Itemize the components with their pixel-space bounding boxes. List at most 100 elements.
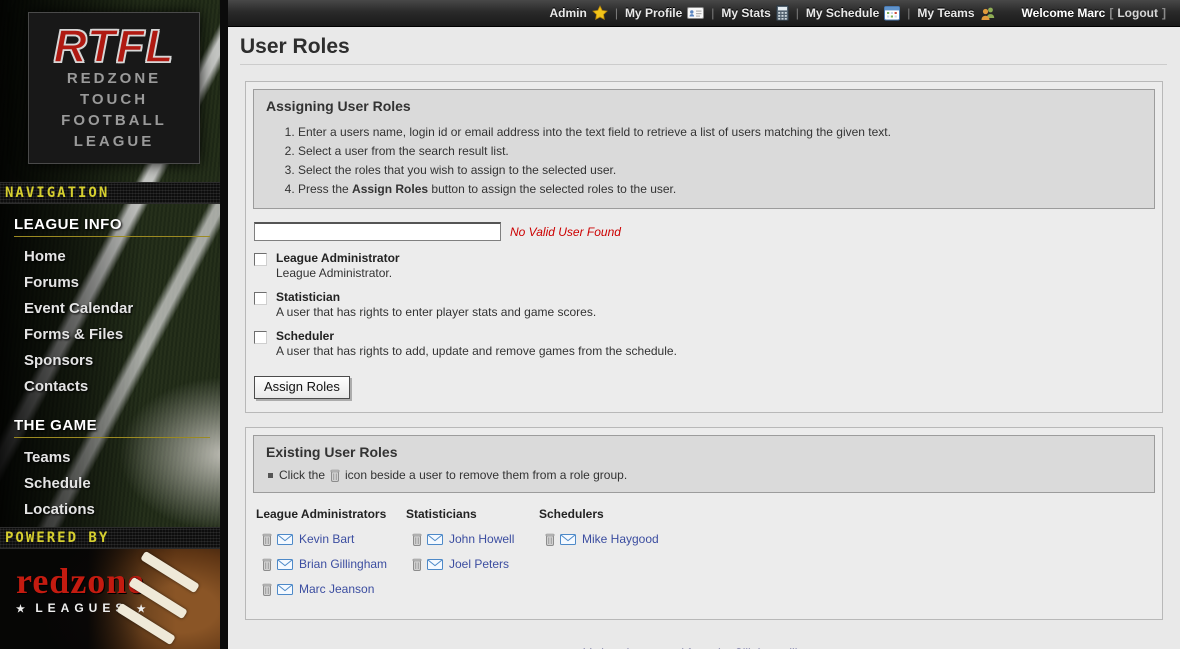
topbar-my-profile-link[interactable]: My Profile xyxy=(625,6,704,20)
topbar-my-schedule-link[interactable]: My Schedule xyxy=(806,5,900,21)
trash-icon xyxy=(330,469,340,482)
sidebar-item-forms-files[interactable]: Forms & Files xyxy=(14,321,220,347)
redzone-leagues-logo-area: redzone ★ LEAGUES ★ xyxy=(0,549,220,649)
sidebar-divider xyxy=(220,0,228,649)
group-title: Statisticians xyxy=(406,507,539,521)
welcome-text: Welcome Marc xyxy=(1022,6,1106,20)
email-user-icon[interactable] xyxy=(427,534,443,545)
topbar-my-stats-link[interactable]: My Stats xyxy=(721,5,788,21)
group-title: Schedulers xyxy=(539,507,659,521)
user-row: Marc Jeanson xyxy=(262,581,406,597)
user-name-link[interactable]: Kevin Bart xyxy=(299,532,354,546)
rtfl-logo-line: LEAGUE xyxy=(74,131,155,152)
note-text-pre: Click the xyxy=(279,468,325,482)
instruction-step: Select a user from the search result lis… xyxy=(298,141,1142,160)
star-icon xyxy=(592,5,608,21)
topbar-separator: | xyxy=(711,6,714,20)
sidebar-item-home[interactable]: Home xyxy=(14,243,220,269)
user-name-link[interactable]: Joel Peters xyxy=(449,557,509,571)
assigning-user-roles-section: Assigning User Roles Enter a users name,… xyxy=(245,81,1163,413)
email-user-icon[interactable] xyxy=(277,584,293,595)
user-row: Kevin Bart xyxy=(262,531,406,547)
role-option-scheduler: Scheduler A user that has rights to add,… xyxy=(254,329,1155,358)
sidebar-item-contacts[interactable]: Contacts xyxy=(14,373,220,399)
group-statisticians: Statisticians John Howell Joel Peters xyxy=(406,507,539,606)
calendar-icon xyxy=(884,5,900,21)
title-divider xyxy=(240,64,1167,65)
role-option-league-administrator: League Administrator League Administrato… xyxy=(254,251,1155,280)
instruction-step: Select the roles that you wish to assign… xyxy=(298,160,1142,179)
role-description: League Administrator. xyxy=(276,266,400,280)
scheduler-checkbox[interactable] xyxy=(254,331,267,344)
calculator-icon xyxy=(776,5,789,21)
sidebar: RTFL REDZONE TOUCH FOOTBALL LEAGUE NAVIG… xyxy=(0,0,220,649)
role-name: Scheduler xyxy=(276,329,677,343)
group-schedulers: Schedulers Mike Haygood xyxy=(539,507,659,606)
remove-user-trash-icon[interactable] xyxy=(262,558,272,571)
main-content: User Roles Assigning User Roles Enter a … xyxy=(228,27,1180,649)
top-navigation-bar: Admin | My Profile | My Stats | My Sched… xyxy=(228,0,1180,27)
instruction-step-text: button to assign the selected roles to t… xyxy=(428,182,676,196)
statistician-checkbox[interactable] xyxy=(254,292,267,305)
logout-bracket: [ xyxy=(1109,6,1113,20)
remove-user-trash-icon[interactable] xyxy=(262,583,272,596)
sidebar-item-teams[interactable]: Teams xyxy=(14,444,220,470)
instruction-step: Enter a users name, login id or email ad… xyxy=(298,122,1142,141)
user-name-link[interactable]: Mike Haygood xyxy=(582,532,659,546)
rtfl-logo-line: REDZONE xyxy=(67,68,161,89)
assigning-instructions-list: Enter a users name, login id or email ad… xyxy=(298,122,1142,198)
user-name-link[interactable]: John Howell xyxy=(449,532,514,546)
topbar-my-stats-label: My Stats xyxy=(721,6,770,20)
app-window: RTFL REDZONE TOUCH FOOTBALL LEAGUE NAVIG… xyxy=(0,0,1180,649)
email-user-icon[interactable] xyxy=(427,559,443,570)
assigning-box-title: Assigning User Roles xyxy=(266,98,1142,114)
rtfl-logo-acronym: RTFL xyxy=(54,24,175,68)
logout-link[interactable]: Logout xyxy=(1117,6,1158,20)
star-glyph: ★ xyxy=(16,604,27,615)
email-user-icon[interactable] xyxy=(277,534,293,545)
role-option-statistician: Statistician A user that has rights to e… xyxy=(254,290,1155,319)
instruction-step: Press the Assign Roles button to assign … xyxy=(298,179,1142,198)
sidebar-item-event-calendar[interactable]: Event Calendar xyxy=(14,295,220,321)
rtfl-logo-line: TOUCH xyxy=(80,89,148,110)
instruction-step-text: Press the xyxy=(298,182,352,196)
no-valid-user-message: No Valid User Found xyxy=(510,225,621,239)
role-name: Statistician xyxy=(276,290,596,304)
remove-user-trash-icon[interactable] xyxy=(412,558,422,571)
role-description: A user that has rights to add, update an… xyxy=(276,344,677,358)
league-administrator-checkbox[interactable] xyxy=(254,253,267,266)
topbar-admin-link[interactable]: Admin xyxy=(549,5,607,21)
email-user-icon[interactable] xyxy=(560,534,576,545)
user-name-link[interactable]: Marc Jeanson xyxy=(299,582,374,596)
rtfl-logo[interactable]: RTFL REDZONE TOUCH FOOTBALL LEAGUE xyxy=(28,12,200,164)
sidebar-item-sponsors[interactable]: Sponsors xyxy=(14,347,220,373)
user-row: Brian Gillingham xyxy=(262,556,406,572)
user-search-input[interactable] xyxy=(254,222,501,241)
note-text-post: icon beside a user to remove them from a… xyxy=(345,468,627,482)
existing-user-roles-section: Existing User Roles Click the icon besid… xyxy=(245,427,1163,620)
remove-user-trash-icon[interactable] xyxy=(412,533,422,546)
topbar-my-profile-label: My Profile xyxy=(625,6,682,20)
menu-header-league-info: LEAGUE INFO xyxy=(14,216,210,237)
menu-header-the-game: THE GAME xyxy=(14,417,210,438)
topbar-admin-label: Admin xyxy=(549,6,586,20)
existing-roles-groups: League Administrators Kevin Bart Brian G… xyxy=(256,507,1155,606)
group-title: League Administrators xyxy=(256,507,406,521)
existing-roles-note: Click the icon beside a user to remove t… xyxy=(266,468,1142,482)
existing-box-title: Existing User Roles xyxy=(266,444,1142,460)
remove-user-trash-icon[interactable] xyxy=(262,533,272,546)
topbar-my-teams-link[interactable]: My Teams xyxy=(917,5,995,21)
remove-user-trash-icon[interactable] xyxy=(545,533,555,546)
email-user-icon[interactable] xyxy=(277,559,293,570)
user-name-link[interactable]: Brian Gillingham xyxy=(299,557,387,571)
user-row: John Howell xyxy=(412,531,539,547)
sidebar-item-schedule[interactable]: Schedule xyxy=(14,470,220,496)
vcard-icon xyxy=(687,6,704,20)
navigation-banner: NAVIGATION xyxy=(0,182,220,204)
powered-by-label: POWERED BY xyxy=(5,530,109,546)
sidebar-item-locations[interactable]: Locations xyxy=(14,496,220,522)
sidebar-item-forums[interactable]: Forums xyxy=(14,269,220,295)
topbar-separator: | xyxy=(615,6,618,20)
assign-roles-button[interactable]: Assign Roles xyxy=(254,376,350,399)
menu-group-league-info: Home Forums Event Calendar Forms & Files… xyxy=(14,243,220,399)
